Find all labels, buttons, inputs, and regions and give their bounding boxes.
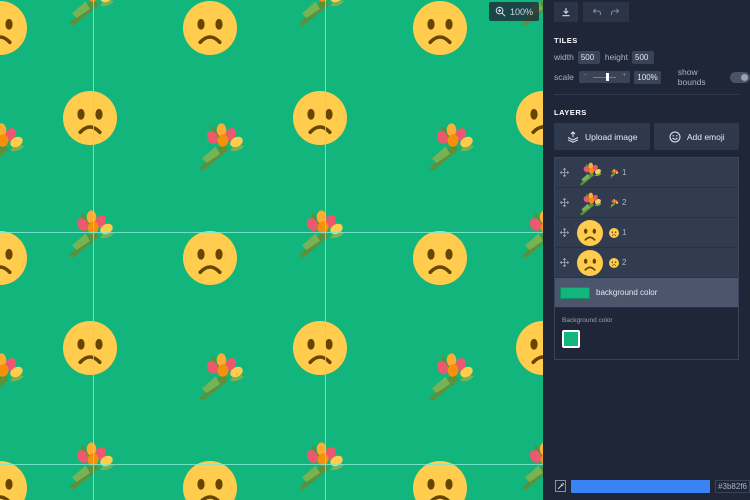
color-preview[interactable] xyxy=(571,479,711,493)
layer-index: 2 xyxy=(622,258,627,267)
drag-handle-icon[interactable] xyxy=(555,168,573,177)
scale-label: scale xyxy=(554,72,574,82)
tile-height-label: height xyxy=(604,52,629,62)
tile-bound-horizontal xyxy=(0,464,543,465)
toggle-knob xyxy=(741,73,749,81)
layer-emoji-icon xyxy=(609,198,619,208)
layer-row-bouquet[interactable]: 2 xyxy=(555,188,738,218)
frowning-face-emoji xyxy=(293,91,347,145)
background-color-picker[interactable] xyxy=(562,330,580,348)
scale-decrease-icon[interactable]: − xyxy=(583,72,587,79)
drag-handle-icon[interactable] xyxy=(555,228,573,237)
history-controls xyxy=(583,2,629,22)
layer-row-background[interactable]: background color xyxy=(555,278,738,308)
download-icon xyxy=(562,8,570,17)
frowning-face-emoji xyxy=(0,461,27,500)
zoom-indicator[interactable]: 100% xyxy=(488,2,539,21)
layer-index: 1 xyxy=(622,168,627,177)
layers-heading: LAYERS xyxy=(554,108,587,117)
toolbar xyxy=(543,0,750,26)
layer-row-frowning-face[interactable]: 1 xyxy=(555,218,738,248)
frowning-face-emoji xyxy=(183,1,237,55)
smiley-icon xyxy=(669,131,681,142)
background-color-swatch xyxy=(560,286,590,299)
tile-bound-horizontal xyxy=(0,232,543,233)
layer-emoji-icon xyxy=(609,168,619,178)
frowning-face-emoji xyxy=(413,461,467,500)
layer-index: 2 xyxy=(622,198,627,207)
bouquet-emoji xyxy=(63,0,117,27)
background-color-heading: Background color xyxy=(562,317,613,324)
scale-thumb[interactable] xyxy=(605,73,609,81)
layer-thumbnail xyxy=(577,160,603,186)
drag-handle-icon[interactable] xyxy=(555,198,573,207)
background-color-panel: Background color xyxy=(555,308,738,359)
scale-slider[interactable]: − + xyxy=(578,71,631,83)
download-button[interactable] xyxy=(554,2,578,22)
scale-increase-icon[interactable]: + xyxy=(622,72,626,79)
layer-emoji-icon xyxy=(609,228,619,238)
bouquet-emoji xyxy=(423,118,477,172)
color-hex-value[interactable]: #3b82f6 xyxy=(715,479,750,493)
add-emoji-button[interactable]: Add emoji xyxy=(654,123,739,150)
add-emoji-label: Add emoji xyxy=(686,131,725,142)
tile-bound-vertical xyxy=(93,0,94,500)
color-bar: #3b82f6 xyxy=(543,472,750,500)
layer-index: 1 xyxy=(622,228,627,237)
frowning-face-emoji xyxy=(63,91,117,145)
scale-track xyxy=(592,77,617,78)
scale-input[interactable]: 100% xyxy=(634,70,661,84)
layer-emoji-icon xyxy=(609,258,619,268)
eyedropper-button[interactable] xyxy=(555,480,567,492)
layer-thumbnail xyxy=(577,190,603,216)
redo-icon[interactable] xyxy=(610,7,620,17)
layer-thumbnail xyxy=(577,220,603,246)
bouquet-emoji xyxy=(293,0,347,27)
show-bounds-toggle[interactable] xyxy=(729,71,750,83)
layers-upload-icon xyxy=(567,130,579,143)
bouquet-emoji xyxy=(0,118,27,172)
zoom-in-icon xyxy=(495,6,506,17)
frowning-face-emoji xyxy=(63,321,117,375)
tile-width-input[interactable]: 500 xyxy=(577,50,600,64)
pattern-canvas[interactable]: 100% xyxy=(0,0,543,500)
tile-width-label: width xyxy=(554,52,574,62)
eyedropper-icon xyxy=(557,482,564,490)
zoom-level: 100% xyxy=(509,6,533,17)
bouquet-emoji xyxy=(193,118,247,172)
tile-height-input[interactable]: 500 xyxy=(632,50,655,64)
background-layer-label: background color xyxy=(596,288,658,297)
frowning-face-emoji xyxy=(0,1,27,55)
frowning-face-emoji xyxy=(413,231,467,285)
bouquet-emoji xyxy=(0,348,27,402)
frowning-face-emoji xyxy=(293,321,347,375)
frowning-face-emoji xyxy=(0,231,27,285)
upload-image-button[interactable]: Upload image xyxy=(554,123,651,150)
undo-icon[interactable] xyxy=(592,7,602,17)
drag-handle-icon[interactable] xyxy=(555,258,573,267)
tile-bound-vertical xyxy=(325,0,326,500)
layer-row-bouquet[interactable]: 1 xyxy=(555,158,738,188)
frowning-face-emoji xyxy=(516,321,543,375)
frowning-face-emoji xyxy=(183,231,237,285)
bouquet-emoji xyxy=(423,348,477,402)
layer-row-frowning-face[interactable]: 2 xyxy=(555,248,738,278)
control-panel: TILES width 500 height 500 scale − + 100… xyxy=(543,0,750,500)
bouquet-emoji xyxy=(193,348,247,402)
tiles-heading: TILES xyxy=(554,36,578,45)
frowning-face-emoji xyxy=(183,461,237,500)
frowning-face-emoji xyxy=(413,1,467,55)
show-bounds-label: show bounds xyxy=(677,67,706,87)
upload-image-label: Upload image xyxy=(585,131,638,142)
frowning-face-emoji xyxy=(516,91,543,145)
layer-list: 1 2 1 2 background color Background color xyxy=(554,157,739,360)
layer-thumbnail xyxy=(577,250,603,276)
